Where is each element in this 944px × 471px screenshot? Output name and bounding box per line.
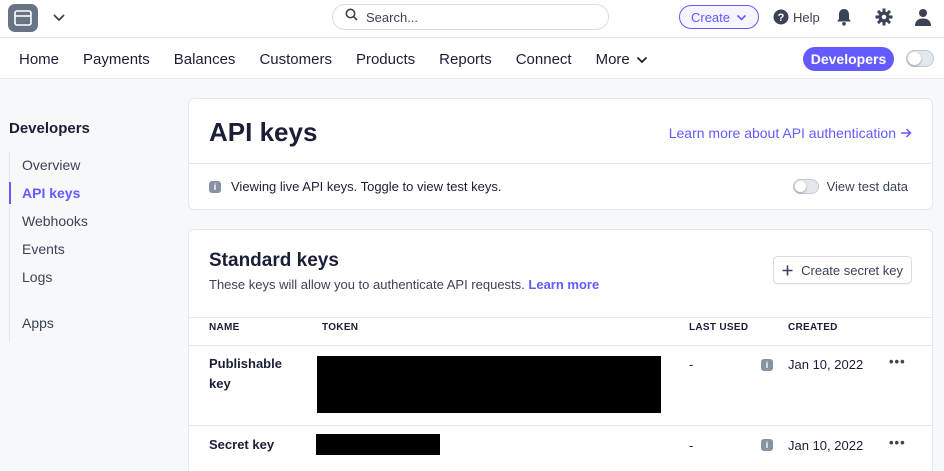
search-box[interactable] <box>332 4 609 30</box>
divider <box>189 345 932 346</box>
more-actions-icon[interactable]: ••• <box>889 435 906 450</box>
info-icon: i <box>209 180 221 193</box>
nav-products[interactable]: Products <box>356 51 415 68</box>
learn-more-link[interactable]: Learn more <box>528 277 599 292</box>
nav-reports[interactable]: Reports <box>439 51 492 68</box>
sidebar-item-overview[interactable]: Overview <box>22 157 80 173</box>
redacted-token[interactable] <box>317 356 661 413</box>
learn-more-api-auth-label: Learn more about API authentication <box>668 125 896 141</box>
active-indicator <box>9 182 11 204</box>
nav-home[interactable]: Home <box>19 51 59 68</box>
help-label: Help <box>793 9 820 25</box>
key-name: Publishable key <box>209 356 282 391</box>
create-secret-key-label: Create secret key <box>801 262 903 278</box>
divider <box>189 425 932 426</box>
create-button-label: Create <box>690 9 731 25</box>
sidebar-item-webhooks[interactable]: Webhooks <box>22 213 88 229</box>
create-button[interactable]: Create <box>679 5 759 29</box>
help-button[interactable]: ? Help <box>773 9 820 25</box>
test-mode-toggle[interactable] <box>906 50 934 67</box>
chevron-down-icon <box>636 56 647 63</box>
column-header-token: TOKEN <box>322 322 359 333</box>
view-test-data-toggle[interactable]: View test data <box>792 179 908 194</box>
chevron-down-icon <box>736 14 747 21</box>
arrow-right-icon <box>901 128 912 138</box>
standard-keys-description-text: These keys will allow you to authenticat… <box>209 277 525 292</box>
sidebar-item-api-keys[interactable]: API keys <box>22 185 80 201</box>
view-test-data-label: View test data <box>826 179 908 194</box>
gear-icon[interactable] <box>875 8 893 31</box>
help-icon: ? <box>773 9 789 25</box>
last-used: - <box>689 357 694 372</box>
created-date: Jan 10, 2022 <box>788 357 864 372</box>
column-header-name: NAME <box>209 322 240 333</box>
nav-customers[interactable]: Customers <box>259 51 332 68</box>
page-title: API keys <box>209 117 318 147</box>
plus-icon <box>782 265 793 275</box>
nav-payments[interactable]: Payments <box>83 51 150 68</box>
info-icon[interactable]: i <box>761 359 773 371</box>
divider <box>189 163 932 164</box>
sidebar-title: Developers <box>9 120 90 137</box>
live-keys-notice: i Viewing live API keys. Toggle to view … <box>209 179 502 194</box>
svg-text:?: ? <box>778 12 785 24</box>
developers-button[interactable]: Developers <box>803 47 894 71</box>
learn-more-api-auth-link[interactable]: Learn more about API authentication <box>669 125 912 141</box>
more-actions-icon[interactable]: ••• <box>889 354 906 369</box>
last-used: - <box>689 438 694 453</box>
nav-balances[interactable]: Balances <box>174 51 236 68</box>
create-secret-key-button[interactable]: Create secret key <box>773 256 912 284</box>
search-icon <box>345 8 358 26</box>
standard-keys-card: Standard keys These keys will allow you … <box>188 229 933 471</box>
column-header-last-used: LAST USED <box>689 322 749 333</box>
search-input[interactable] <box>366 9 566 25</box>
sidebar-nav: Overview API keys Webhooks Events Logs A… <box>9 152 159 342</box>
nav-connect[interactable]: Connect <box>516 51 572 68</box>
standard-keys-description: These keys will allow you to authenticat… <box>209 277 599 292</box>
standard-keys-title: Standard keys <box>209 250 339 271</box>
api-keys-header-card: API keys Learn more about API authentica… <box>188 98 933 210</box>
nav-more[interactable]: More <box>596 51 648 68</box>
bell-icon[interactable] <box>836 8 852 31</box>
user-icon[interactable] <box>914 8 932 31</box>
sidebar-item-apps[interactable]: Apps <box>22 315 54 331</box>
live-keys-notice-text: Viewing live API keys. Toggle to view te… <box>231 179 502 194</box>
created-date: Jan 10, 2022 <box>788 438 864 453</box>
divider <box>189 317 932 318</box>
store-icon[interactable] <box>8 4 38 32</box>
nav-more-label: More <box>595 51 630 68</box>
toggle-switch[interactable] <box>792 179 819 194</box>
column-header-created: CREATED <box>788 322 838 333</box>
info-icon[interactable]: i <box>761 439 773 451</box>
chevron-down-icon[interactable] <box>52 10 66 29</box>
redacted-token[interactable] <box>316 434 440 455</box>
key-name: Secret key <box>209 437 275 452</box>
sidebar-item-logs[interactable]: Logs <box>22 269 52 285</box>
top-bar: Create ? Help <box>0 0 944 38</box>
sidebar-item-events[interactable]: Events <box>22 241 65 257</box>
